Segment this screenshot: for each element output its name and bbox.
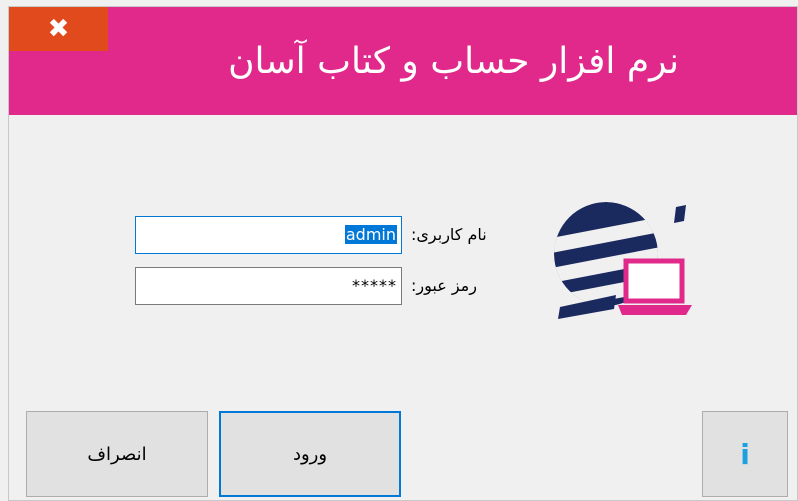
laptop-shape <box>618 258 692 315</box>
info-icon: i <box>740 437 750 471</box>
app-logo-icon <box>554 202 692 319</box>
password-field[interactable]: ***** <box>135 267 402 305</box>
login-button[interactable]: ورود <box>219 411 401 497</box>
close-button[interactable]: ✖ <box>9 7 108 51</box>
window-title: نرم افزار حساب و کتاب آسان <box>228 41 679 82</box>
login-window: ✖ نرم افزار حساب و کتاب آسان نام کاربری:… <box>8 6 798 501</box>
password-label: رمز عبور: <box>411 276 477 295</box>
info-button[interactable]: i <box>702 411 788 497</box>
username-value: admin <box>344 225 397 244</box>
close-icon: ✖ <box>47 14 70 44</box>
cancel-button[interactable]: انصراف <box>26 411 208 497</box>
title-bar: ✖ نرم افزار حساب و کتاب آسان <box>9 7 797 115</box>
username-label: نام کاربری: <box>411 225 487 244</box>
password-value: ***** <box>352 276 397 295</box>
username-field[interactable]: admin <box>135 216 402 254</box>
